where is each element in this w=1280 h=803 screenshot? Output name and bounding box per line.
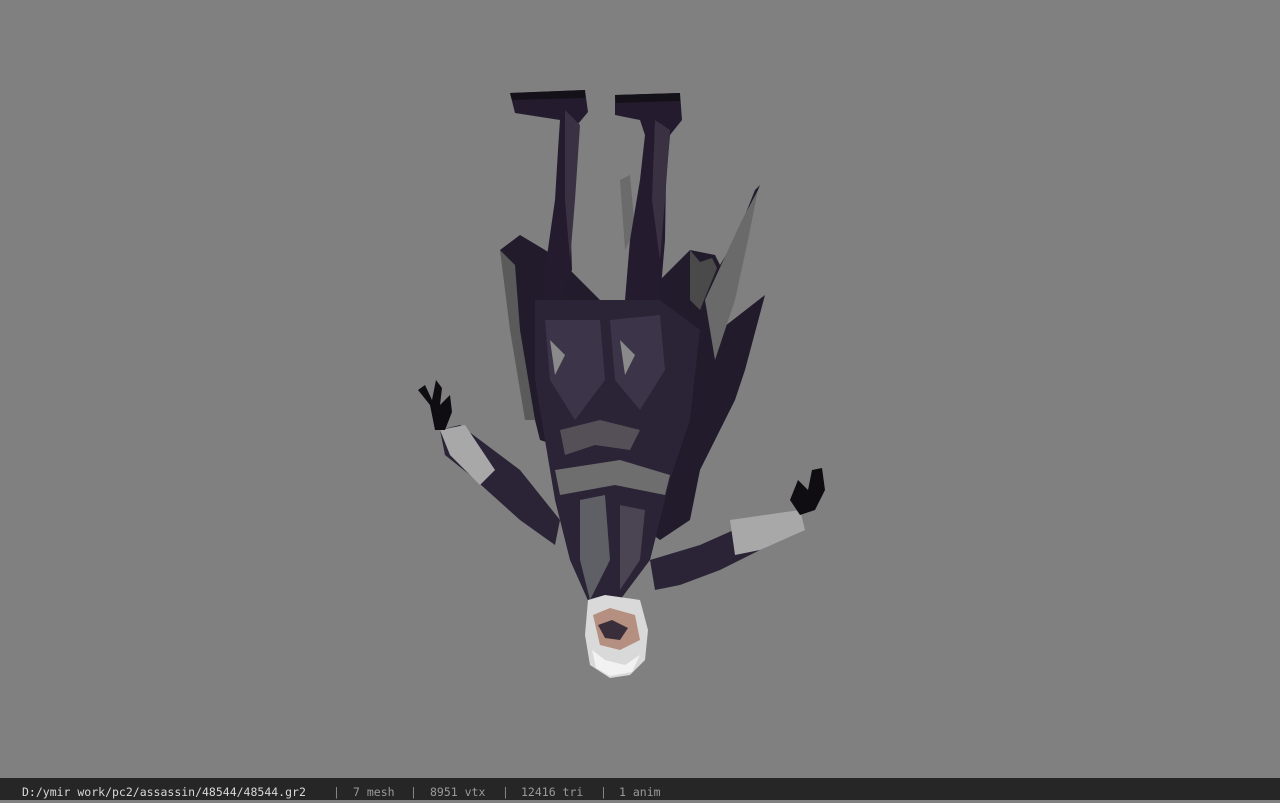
3d-viewport[interactable] <box>0 0 1280 778</box>
head <box>585 595 648 678</box>
status-bar: D:/ymir work/pc2/assassin/48544/48544.gr… <box>0 778 1280 800</box>
character-model[interactable] <box>0 0 1280 778</box>
